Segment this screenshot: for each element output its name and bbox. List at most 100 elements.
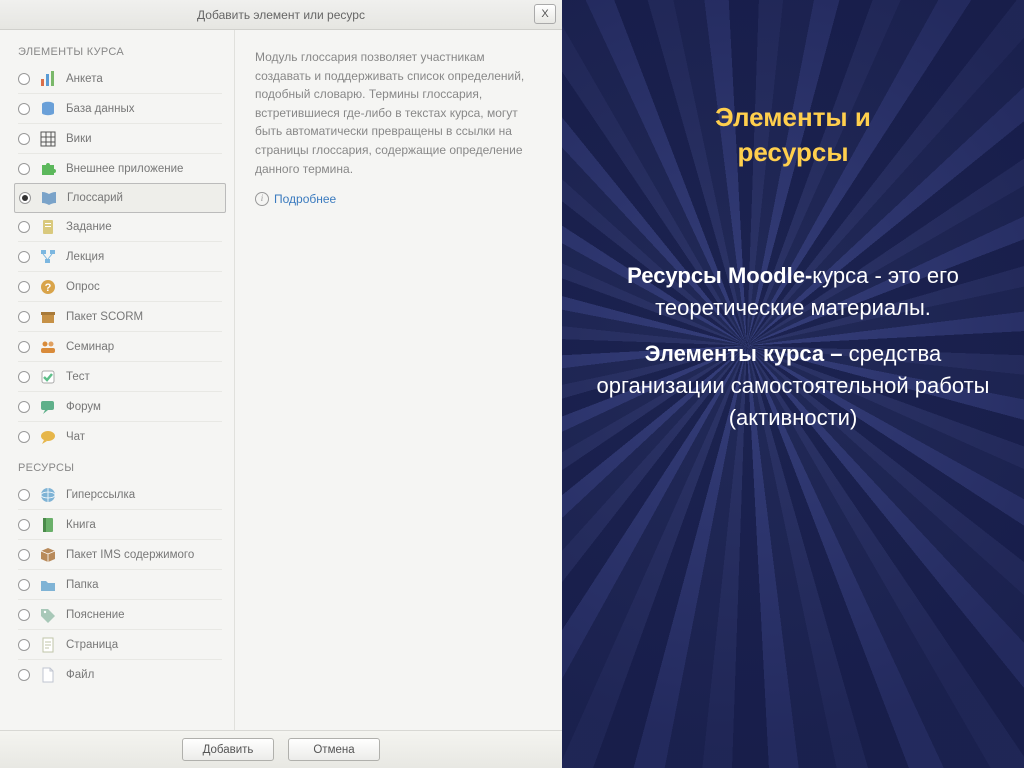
slide-title-line2: ресурсы	[737, 137, 848, 167]
grid-icon	[38, 129, 58, 149]
activity-item-label: Чат	[66, 431, 85, 443]
check-icon	[38, 367, 58, 387]
activity-item-scorm[interactable]: Пакет SCORM	[18, 302, 222, 332]
slide-title: Элементы и ресурсы	[715, 100, 871, 170]
activity-item-label: Глоссарий	[67, 192, 123, 204]
activity-item-anketa[interactable]: Анкета	[18, 64, 222, 94]
radio-test[interactable]	[18, 371, 30, 383]
radio-glossary[interactable]	[19, 192, 31, 204]
section-title-resources: РЕСУРСЫ	[18, 462, 222, 474]
page-icon	[38, 635, 58, 655]
slide-paragraph-1: Ресурсы Moodle-курса - это его теоретиче…	[588, 260, 998, 324]
radio-link[interactable]	[18, 489, 30, 501]
activity-item-label: Пояснение	[66, 609, 125, 621]
activity-item-label: Семинар	[66, 341, 114, 353]
file-icon	[38, 665, 58, 685]
activity-item-label: Файл	[66, 669, 94, 681]
speech-icon	[38, 397, 58, 417]
activity-item-external[interactable]: Внешнее приложение	[18, 154, 222, 184]
radio-folder[interactable]	[18, 579, 30, 591]
activity-description: Модуль глоссария позволяет участникам со…	[255, 48, 542, 178]
add-button[interactable]: Добавить	[182, 738, 274, 761]
people-icon	[38, 337, 58, 357]
activity-item-seminar[interactable]: Семинар	[18, 332, 222, 362]
more-link[interactable]: i Подробнее	[255, 190, 542, 209]
radio-scorm[interactable]	[18, 311, 30, 323]
folder-icon	[38, 575, 58, 595]
activity-item-label: Опрос	[66, 281, 100, 293]
activity-item-label: Пакет IMS содержимого	[66, 549, 194, 561]
activity-item-label: Анкета	[66, 73, 103, 85]
radio-task[interactable]	[18, 221, 30, 233]
chat-icon	[38, 427, 58, 447]
activity-item-lecture[interactable]: Лекция	[18, 242, 222, 272]
radio-anketa[interactable]	[18, 73, 30, 85]
activity-item-forum[interactable]: Форум	[18, 392, 222, 422]
radio-wiki[interactable]	[18, 133, 30, 145]
database-icon	[38, 99, 58, 119]
slide-title-line1: Элементы и	[715, 102, 871, 132]
radio-book[interactable]	[18, 519, 30, 531]
activity-item-label: Тест	[66, 371, 90, 383]
book-open-icon	[39, 188, 59, 208]
activity-item-baza[interactable]: База данных	[18, 94, 222, 124]
info-icon: i	[255, 192, 269, 206]
close-icon: X	[541, 8, 548, 20]
activity-item-ims[interactable]: Пакет IMS содержимого	[18, 540, 222, 570]
box-icon	[38, 307, 58, 327]
activity-item-label: Внешнее приложение	[66, 163, 183, 175]
add-activity-dialog: Добавить элемент или ресурс X ЭЛЕМЕНТЫ К…	[0, 0, 562, 768]
activity-item-book[interactable]: Книга	[18, 510, 222, 540]
activity-item-survey[interactable]: ? Опрос	[18, 272, 222, 302]
radio-external[interactable]	[18, 163, 30, 175]
radio-forum[interactable]	[18, 401, 30, 413]
dialog-footer: Добавить Отмена	[0, 730, 562, 768]
package-icon	[38, 545, 58, 565]
slide-p2-bold: Элементы курса –	[645, 341, 849, 366]
dialog-header: Добавить элемент или ресурс X	[0, 0, 562, 30]
slide-body: Ресурсы Moodle-курса - это его теоретиче…	[588, 260, 998, 447]
tag-icon	[38, 605, 58, 625]
activity-item-file[interactable]: Файл	[18, 660, 222, 690]
radio-survey[interactable]	[18, 281, 30, 293]
bar-chart-icon	[38, 69, 58, 89]
radio-label[interactable]	[18, 609, 30, 621]
activity-item-label: Задание	[66, 221, 112, 233]
more-link-label: Подробнее	[274, 190, 336, 209]
svg-text:?: ?	[45, 282, 52, 294]
activity-item-task[interactable]: Задание	[18, 212, 222, 242]
activity-item-label: Папка	[66, 579, 99, 591]
activity-item-label: Лекция	[66, 251, 104, 263]
description-panel: Модуль глоссария позволяет участникам со…	[235, 30, 562, 730]
activity-item-label: Страница	[66, 639, 118, 651]
radio-chat[interactable]	[18, 431, 30, 443]
activity-item-glossary[interactable]: Глоссарий	[14, 183, 226, 213]
activity-item-label: База данных	[66, 103, 135, 115]
radio-page[interactable]	[18, 639, 30, 651]
activity-item-link[interactable]: Гиперссылка	[18, 480, 222, 510]
flow-icon	[38, 247, 58, 267]
radio-baza[interactable]	[18, 103, 30, 115]
activity-item-page[interactable]: Страница	[18, 630, 222, 660]
dialog-body: ЭЛЕМЕНТЫ КУРСА АнкетаБаза данныхВикиВнеш…	[0, 30, 562, 730]
activity-item-label[interactable]: Пояснение	[18, 600, 222, 630]
radio-seminar[interactable]	[18, 341, 30, 353]
radio-lecture[interactable]	[18, 251, 30, 263]
cancel-button[interactable]: Отмена	[288, 738, 380, 761]
activity-item-folder[interactable]: Папка	[18, 570, 222, 600]
activity-item-label: Пакет SCORM	[66, 311, 143, 323]
question-icon: ?	[38, 277, 58, 297]
radio-ims[interactable]	[18, 549, 30, 561]
slide-p1-bold: Ресурсы Moodle-	[627, 263, 812, 288]
activity-item-label: Гиперссылка	[66, 489, 135, 501]
radio-file[interactable]	[18, 669, 30, 681]
activity-item-test[interactable]: Тест	[18, 362, 222, 392]
activity-item-chat[interactable]: Чат	[18, 422, 222, 452]
activity-item-wiki[interactable]: Вики	[18, 124, 222, 154]
presentation-slide: Элементы и ресурсы Ресурсы Moodle-курса …	[562, 0, 1024, 768]
close-button[interactable]: X	[534, 4, 556, 24]
activity-item-label: Форум	[66, 401, 101, 413]
activity-item-label: Книга	[66, 519, 96, 531]
puzzle-icon	[38, 159, 58, 179]
book-icon	[38, 515, 58, 535]
